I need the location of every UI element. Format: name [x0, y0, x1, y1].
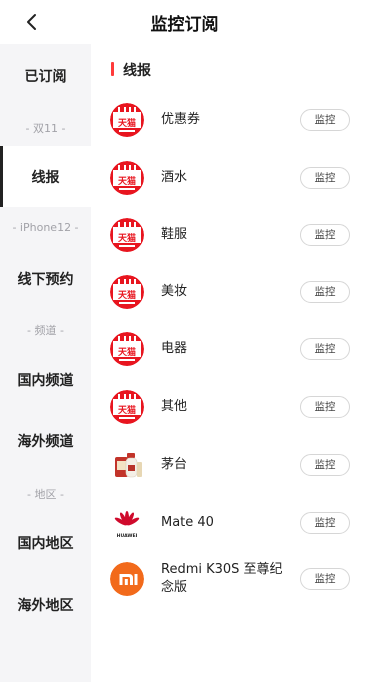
monitor-button[interactable]: 监控: [300, 224, 350, 246]
list-item[interactable]: 天猫 酒水 监控: [91, 153, 369, 203]
sidebar-separator-double11: - 双11 -: [25, 122, 66, 135]
sidebar-item-label: 线下预约: [17, 272, 74, 288]
sidebar-item-label: 海外地区: [17, 598, 74, 614]
sidebar-item-domestic-region[interactable]: 国内地区: [0, 513, 91, 573]
sidebar-item-overseas-region[interactable]: 海外地区: [0, 575, 91, 635]
tmall-double11-icon: 天猫: [110, 103, 144, 137]
list-item[interactable]: 天猫 其他 监控: [91, 382, 369, 432]
huawei-logo-icon: HUAWEI: [110, 506, 144, 540]
logo-text: 天猫: [118, 175, 136, 187]
list-item[interactable]: 天猫 美妆 监控: [91, 267, 369, 317]
section-accent-bar: [111, 62, 114, 76]
sidebar-item-label: 线报: [31, 169, 60, 186]
list-item[interactable]: 天猫 优惠券 监控: [91, 95, 369, 145]
section-title: 线报: [123, 63, 151, 79]
tmall-double11-icon: 天猫: [110, 332, 144, 366]
logo-text: 天猫: [118, 117, 136, 129]
sidebar-item-offline-reservation[interactable]: 线下预约: [0, 249, 91, 309]
sidebar-item-domestic-channel[interactable]: 国内频道: [0, 350, 91, 410]
item-name: Redmi K30S 至尊纪念版: [161, 562, 283, 595]
sidebar-separator-channels: - 频道 -: [27, 324, 64, 337]
tmall-double11-icon: 天猫: [110, 218, 144, 252]
sidebar-item-label: 国内地区: [17, 536, 74, 552]
monitor-button[interactable]: 监控: [300, 512, 350, 534]
monitor-button[interactable]: 监控: [300, 568, 350, 590]
monitor-button[interactable]: 监控: [300, 109, 350, 131]
sidebar-item-label: 已订阅: [24, 69, 67, 85]
item-name: 优惠券: [161, 112, 201, 127]
item-name: 其他: [161, 399, 188, 414]
sidebar-separator-iphone12: - iPhone12 -: [12, 221, 79, 234]
monitor-button[interactable]: 监控: [300, 281, 350, 303]
tmall-double11-icon: 天猫: [110, 161, 144, 195]
moutai-bottle-icon: [110, 448, 144, 482]
page-title: 监控订阅: [150, 15, 219, 35]
monitor-button[interactable]: 监控: [300, 167, 350, 189]
logo-text: 天猫: [118, 346, 136, 358]
list-item[interactable]: HUAWEI Mate 40 监控: [91, 498, 369, 548]
item-name: 电器: [161, 341, 188, 356]
sidebar-item-overseas-channel[interactable]: 海外频道: [0, 411, 91, 471]
list-item[interactable]: 天猫 鞋服 监控: [91, 210, 369, 260]
sidebar-item-label: 国内频道: [17, 373, 74, 389]
monitor-button[interactable]: 监控: [300, 338, 350, 360]
item-name: 鞋服: [161, 227, 188, 242]
logo-text: 天猫: [118, 289, 136, 301]
list-item[interactable]: Redmi K30S 至尊纪念版 监控: [91, 554, 369, 604]
content-panel: 线报 天猫 优惠券 监控 天猫 酒水 监控 天猫 鞋服 监控 天猫 美妆 监控 …: [91, 44, 369, 682]
list-item[interactable]: 天猫 电器 监控: [91, 324, 369, 374]
monitor-button[interactable]: 监控: [300, 396, 350, 418]
logo-text: HUAWEI: [117, 533, 138, 539]
sidebar-item-subscribed[interactable]: 已订阅: [0, 44, 91, 108]
tmall-double11-icon: 天猫: [110, 275, 144, 309]
item-name: 茅台: [161, 457, 188, 472]
logo-text: 天猫: [118, 232, 136, 244]
sidebar: 已订阅 - 双11 - 线报 - iPhone12 - 线下预约 - 频道 - …: [0, 44, 91, 682]
monitor-button[interactable]: 监控: [300, 454, 350, 476]
item-name: 美妆: [161, 284, 188, 299]
tmall-double11-icon: 天猫: [110, 390, 144, 424]
sidebar-item-label: 海外频道: [17, 434, 74, 450]
xiaomi-logo-icon: [110, 562, 144, 596]
item-name: Mate 40: [161, 515, 214, 530]
list-item[interactable]: 茅台 监控: [91, 440, 369, 490]
item-name: 酒水: [161, 170, 188, 185]
header-bar: 监控订阅: [0, 0, 369, 44]
sidebar-item-deals[interactable]: 线报: [0, 146, 91, 207]
logo-text: 天猫: [118, 404, 136, 416]
sidebar-separator-regions: - 地区 -: [27, 488, 64, 501]
